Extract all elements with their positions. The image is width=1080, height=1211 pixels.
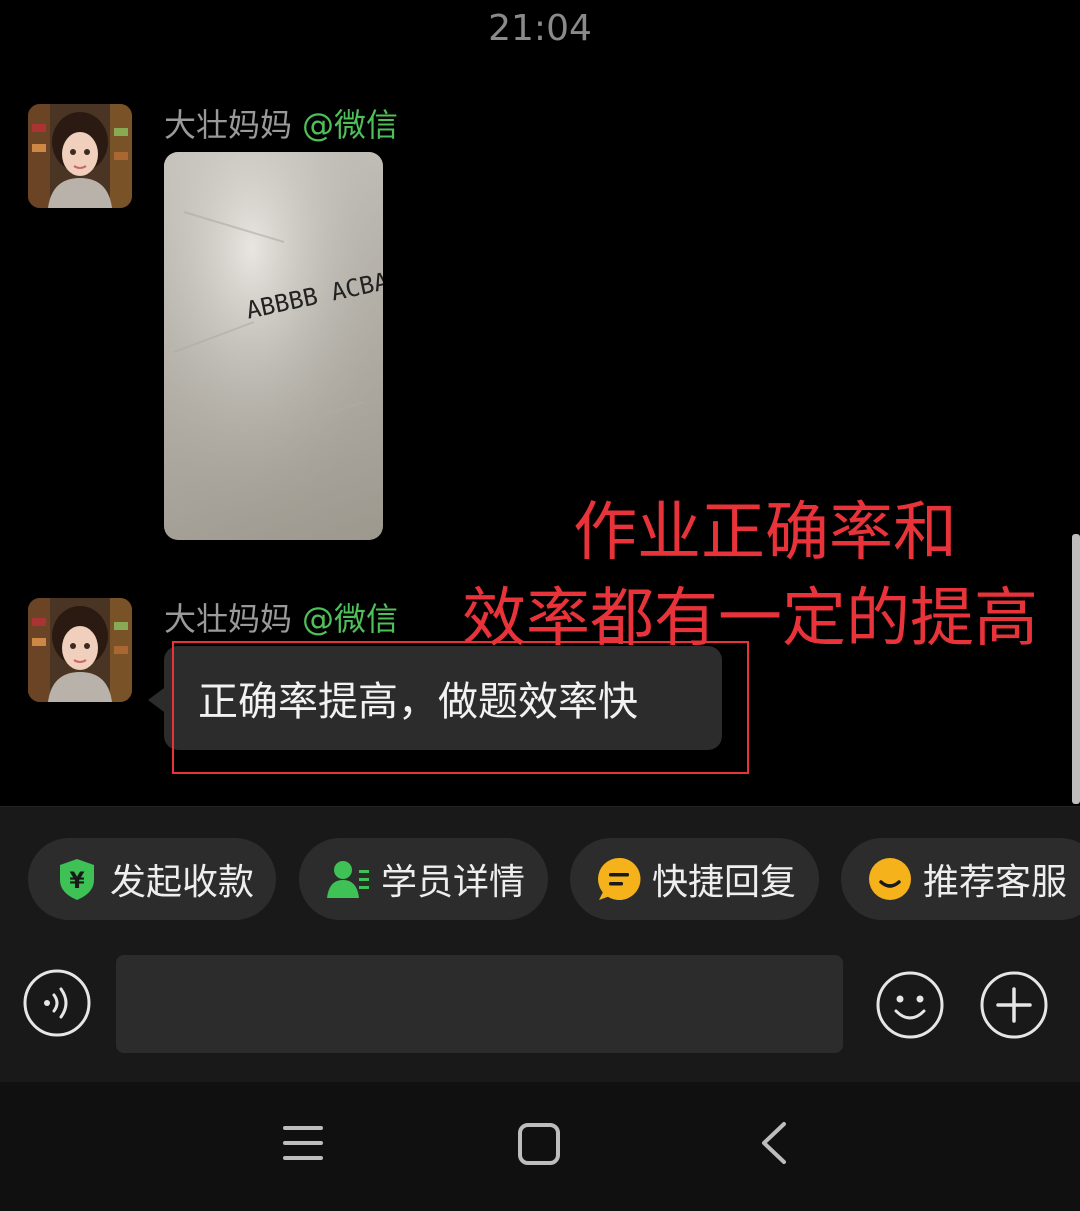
quick-action-label: 发起收款 (110, 862, 255, 903)
quick-action-student-details[interactable]: 学员详情 (299, 838, 548, 920)
scrollbar[interactable] (1072, 534, 1080, 804)
yuan-shield-icon: ¥ (60, 859, 94, 900)
voice-input-icon[interactable] (23, 969, 91, 1037)
quick-action-collect-payment[interactable]: ¥ 发起收款 (28, 838, 276, 920)
image-message[interactable]: ABBBB ACBAA AABAA (164, 152, 383, 540)
quick-action-label: 学员详情 (381, 862, 526, 903)
plus-icon[interactable] (980, 971, 1048, 1039)
caption-line-1: 作业正确率和 (573, 496, 957, 570)
annotation-caption: 作业正确率和 效率都有一定的提高 (450, 490, 1050, 662)
bubble-tail (148, 688, 164, 712)
avatar[interactable] (28, 598, 132, 702)
svg-text:¥: ¥ (69, 869, 85, 894)
quick-action-quick-reply[interactable]: 快捷回复 (570, 838, 819, 920)
sender-name: 大壮妈妈 @微信 (164, 100, 398, 146)
sender-source-tag: @微信 (302, 106, 399, 144)
user-detail-icon (327, 861, 369, 898)
sender-source-tag: @微信 (302, 600, 399, 638)
sender-name: 大壮妈妈 @微信 (164, 594, 398, 640)
quick-action-label: 快捷回复 (652, 862, 797, 903)
avatar[interactable] (28, 104, 132, 208)
emoji-icon[interactable] (876, 971, 944, 1039)
quick-action-label: 推荐客服 (923, 862, 1068, 903)
service-face-icon (869, 858, 911, 900)
caption-line-2: 效率都有一定的提高 (462, 582, 1038, 656)
quick-reply-icon (598, 857, 641, 900)
sender-nickname: 大壮妈妈 (164, 600, 293, 638)
recent-apps-icon[interactable] (282, 1122, 324, 1164)
photo-content: ABBBB ACBAA AABAA (164, 152, 383, 540)
quick-action-recommend-service[interactable]: 推荐客服 (841, 838, 1080, 920)
sender-nickname: 大壮妈妈 (164, 106, 293, 144)
status-time: 21:04 (488, 8, 592, 49)
message-input[interactable] (116, 955, 843, 1053)
home-icon[interactable] (517, 1122, 561, 1166)
back-icon[interactable] (758, 1120, 790, 1166)
